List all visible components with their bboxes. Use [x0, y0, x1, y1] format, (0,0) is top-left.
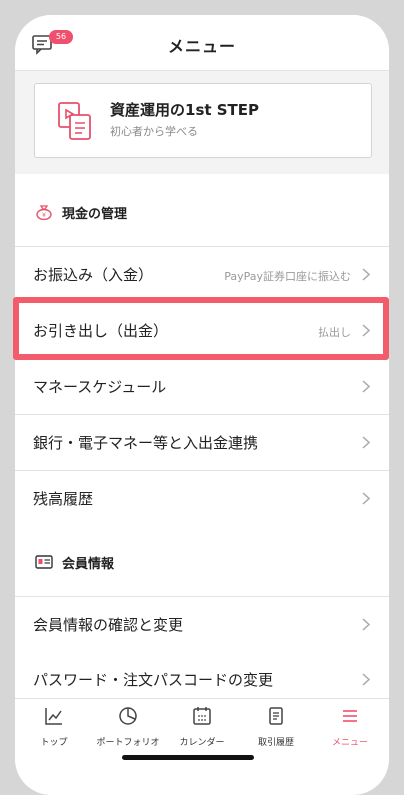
tab-label-history: 取引履歴 [257, 738, 294, 748]
svg-text:¥: ¥ [42, 212, 46, 219]
banner-area: 資産運用の1st STEP 初心者から学べる [15, 71, 389, 188]
row-money-schedule[interactable]: マネースケジュール [15, 359, 389, 415]
page-title: メニュー [167, 37, 236, 56]
chevron-right-icon [362, 492, 370, 505]
tab-menu[interactable]: メニュー [313, 699, 387, 755]
tab-label-calendar: カレンダー [179, 738, 225, 748]
row-bank-link[interactable]: 銀行・電子マネー等と入出金連携 [15, 415, 389, 471]
pie-chart-icon [119, 707, 137, 725]
chevron-right-icon [362, 673, 370, 686]
section-label-member: 会員情報 [62, 557, 115, 572]
calendar-icon [193, 707, 211, 725]
section-member-info: 会員情報 [15, 524, 389, 597]
chevron-right-icon [362, 268, 370, 281]
bottom-tab-bar: トップ ポートフォリオ カレンダー 取引履歴 メニュー [15, 698, 389, 761]
row-member-info[interactable]: 会員情報の確認と変更 [15, 597, 389, 653]
chevron-right-icon [362, 380, 370, 393]
row-label-password: パスワード・注文パスコードの変更 [33, 671, 274, 689]
section-cash-management: ¥ 現金の管理 [15, 174, 389, 247]
first-step-banner[interactable]: 資産運用の1st STEP 初心者から学べる [34, 83, 372, 158]
banner-title: 資産運用の1st STEP [110, 101, 260, 119]
document-icon [269, 707, 283, 725]
chart-icon [45, 708, 62, 725]
row-label-deposit: お振込み（入金） [33, 266, 154, 284]
learning-icon [58, 102, 91, 140]
row-label-balance-history: 残高履歴 [33, 490, 94, 508]
tab-label-menu: メニュー [331, 738, 368, 748]
money-bag-icon: ¥ [36, 205, 52, 220]
tab-top[interactable]: トップ [17, 699, 91, 755]
id-card-icon [35, 555, 53, 569]
home-indicator [122, 755, 254, 760]
tab-history[interactable]: 取引履歴 [239, 699, 313, 755]
tab-label-top: トップ [40, 738, 68, 748]
row-label-bank-link: 銀行・電子マネー等と入出金連携 [33, 434, 259, 452]
row-sub-deposit: PayPay証券口座に振込む [224, 270, 351, 283]
chevron-right-icon [362, 436, 370, 449]
phone-screen: 56 メニュー 資産運用の1st STEP 初心者から学べる ¥ 現金の管理 お… [15, 15, 389, 795]
highlight-box [13, 297, 389, 360]
tab-label-portfolio: ポートフォリオ [96, 738, 160, 748]
menu-icon [343, 710, 357, 722]
row-label-member-info: 会員情報の確認と変更 [33, 616, 184, 634]
section-label-cash: 現金の管理 [62, 207, 128, 222]
chevron-right-icon [362, 618, 370, 631]
tab-calendar[interactable]: カレンダー [165, 699, 239, 755]
tab-portfolio[interactable]: ポートフォリオ [91, 699, 165, 755]
row-balance-history[interactable]: 残高履歴 [15, 471, 389, 527]
row-deposit[interactable]: お振込み（入金） PayPay証券口座に振込む [15, 247, 389, 303]
banner-subtitle: 初心者から学べる [110, 125, 198, 138]
row-label-schedule: マネースケジュール [33, 378, 167, 396]
header: 56 メニュー [15, 15, 389, 71]
